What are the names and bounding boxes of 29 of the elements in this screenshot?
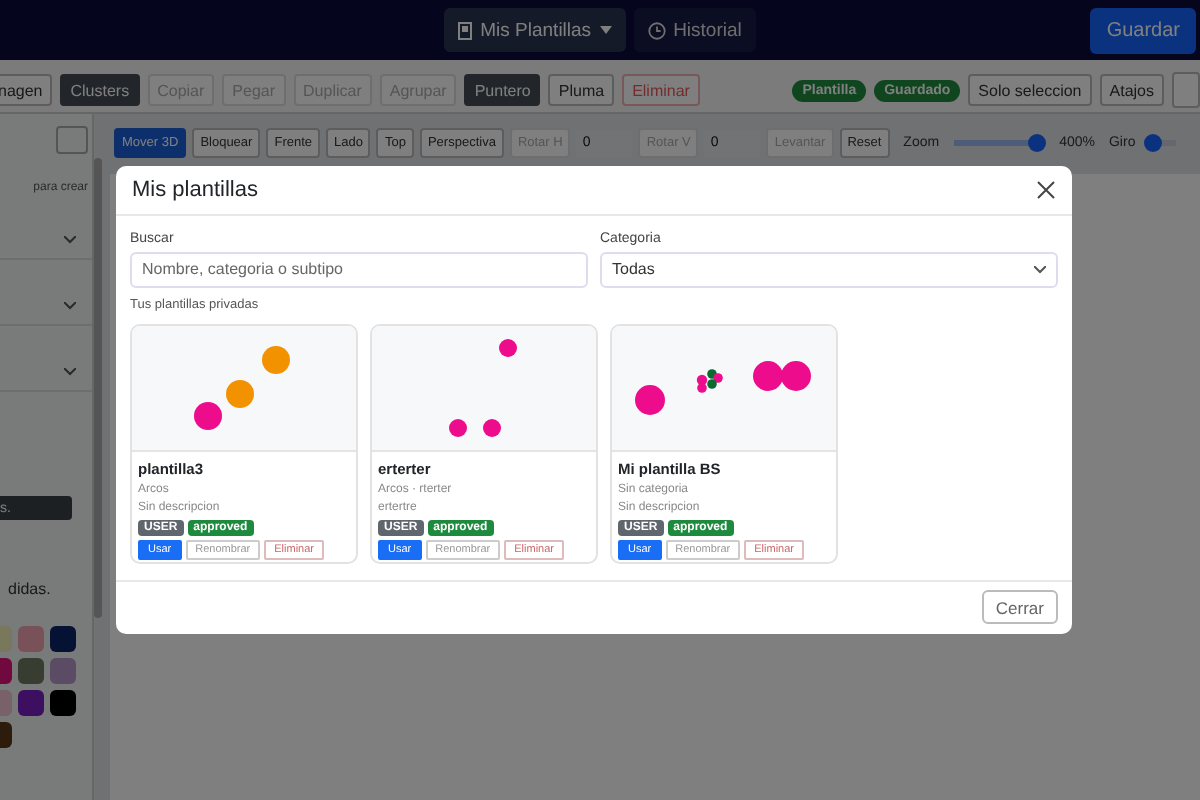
close-icon[interactable]: [1036, 179, 1056, 200]
category-select[interactable]: Todas: [600, 251, 1058, 288]
search-field[interactable]: Nombre, categoria o subtipo: [130, 251, 588, 288]
color-swatch[interactable]: [50, 626, 76, 652]
note-text: didas.: [8, 580, 53, 598]
color-swatch[interactable]: [18, 690, 44, 716]
templates-dropdown[interactable]: Mis Plantillas: [444, 8, 626, 52]
save-button[interactable]: Guardar: [1090, 8, 1196, 54]
template-icon: [458, 21, 473, 39]
history-button[interactable]: Historial: [633, 8, 756, 52]
chevron-icon: [64, 236, 76, 244]
toolbar-button[interactable]: Clusters: [60, 74, 140, 106]
clock-icon: [647, 21, 666, 39]
chevron-icon: [64, 368, 76, 376]
color-swatch[interactable]: [50, 658, 76, 684]
toolbar-button[interactable]: Puntero: [464, 74, 541, 106]
color-swatch[interactable]: [50, 690, 76, 716]
caret-icon: [599, 26, 612, 34]
chevron-icon: [64, 302, 76, 310]
toolbar-button[interactable]: [1172, 72, 1200, 108]
panel-toggle-button[interactable]: [56, 126, 88, 154]
chevron-icon: [1034, 265, 1046, 274]
color-swatch[interactable]: [18, 626, 44, 652]
toolbar-button[interactable]: Solo seleccion: [968, 74, 1092, 106]
toolbar-button[interactable]: Atajos: [1099, 74, 1164, 106]
dialog-title: Mis plantillas: [132, 177, 258, 202]
toolbar-button[interactable]: Pluma: [548, 74, 615, 106]
close-button[interactable]: Cerrar: [981, 590, 1058, 625]
color-swatch[interactable]: [18, 658, 44, 684]
